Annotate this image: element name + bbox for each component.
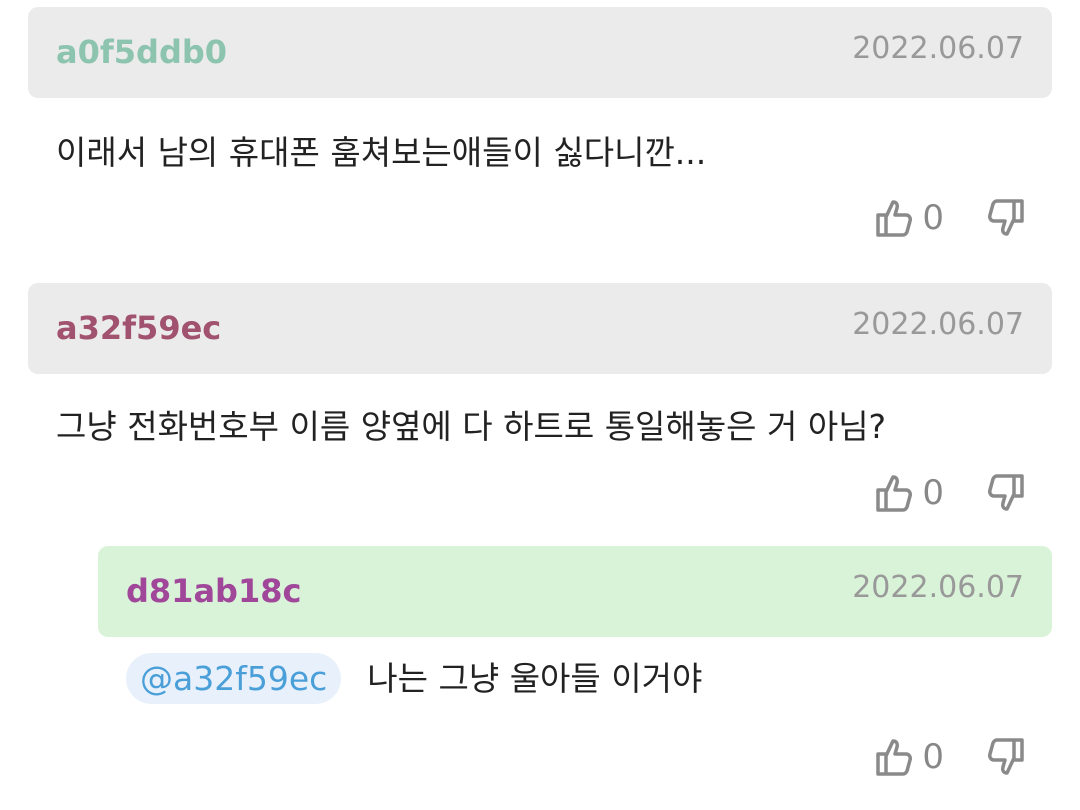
comment-header: a0f5ddb0 2022.06.07 [28, 7, 1052, 98]
thumbs-up-icon [872, 735, 916, 779]
dislike-button[interactable] [984, 196, 1028, 240]
like-button[interactable]: 0 [872, 471, 984, 515]
comment-votes: 0 [872, 469, 1028, 517]
thumbs-down-icon [984, 471, 1028, 515]
comment-author[interactable]: d81ab18c [126, 546, 301, 637]
thumbs-down-icon [984, 196, 1028, 240]
dislike-button[interactable] [984, 735, 1028, 779]
comment-text: 나는 그냥 울아들 이거야 [367, 659, 703, 698]
comment-date: 2022.06.07 [852, 307, 1024, 342]
dislike-button[interactable] [984, 471, 1028, 515]
comment-date: 2022.06.07 [852, 31, 1024, 66]
comment-votes: 0 [872, 194, 1028, 242]
comment-votes: 0 [872, 733, 1028, 781]
comment-author[interactable]: a32f59ec [56, 283, 221, 374]
reply-body: @a32f59ec 나는 그냥 울아들 이거야 [126, 652, 702, 704]
comment-date: 2022.06.07 [852, 570, 1024, 605]
like-button[interactable]: 0 [872, 196, 984, 240]
mention-tag[interactable]: @a32f59ec [126, 653, 342, 704]
comment-author[interactable]: a0f5ddb0 [56, 7, 227, 98]
like-count: 0 [922, 737, 944, 777]
thumbs-up-icon [872, 196, 916, 240]
like-count: 0 [922, 198, 944, 238]
comment-header: d81ab18c 2022.06.07 [98, 546, 1052, 637]
like-button[interactable]: 0 [872, 735, 984, 779]
like-count: 0 [922, 473, 944, 513]
thumbs-up-icon [872, 471, 916, 515]
comment-header: a32f59ec 2022.06.07 [28, 283, 1052, 374]
comment-text: 이래서 남의 휴대폰 훔쳐보는애들이 싫다니깐... [56, 133, 707, 172]
thumbs-down-icon [984, 735, 1028, 779]
comment-text: 그냥 전화번호부 이름 양옆에 다 하트로 통일해놓은 거 아님? [56, 407, 887, 446]
